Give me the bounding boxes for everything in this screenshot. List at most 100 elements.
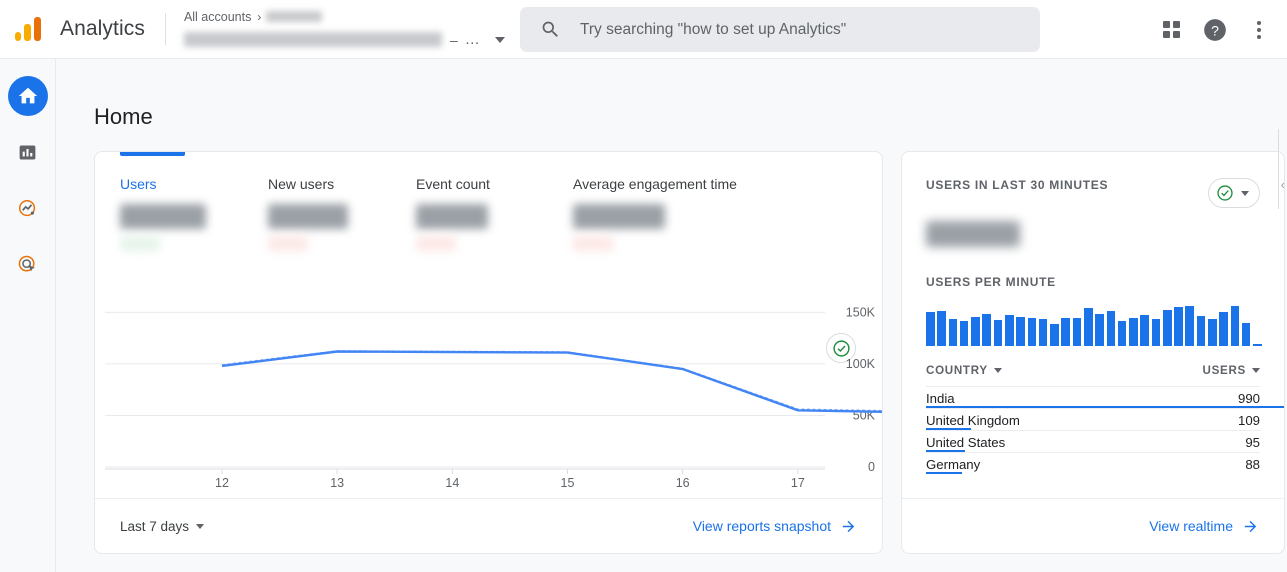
- column-header-country-label: COUNTRY: [926, 364, 988, 377]
- page-title: Home: [94, 104, 1287, 130]
- minute-bar: [1028, 318, 1037, 346]
- minute-bar: [960, 321, 969, 346]
- chevron-down-icon: [1252, 368, 1260, 373]
- header-divider: [165, 13, 166, 45]
- minute-bar: [1152, 319, 1161, 346]
- users-per-minute-label: USERS PER MINUTE: [926, 275, 1284, 289]
- view-realtime-link[interactable]: View realtime: [1149, 518, 1259, 535]
- table-cell-country: United States: [926, 435, 1005, 450]
- overflow-menu-button[interactable]: [1239, 10, 1279, 50]
- table-row[interactable]: United States95: [926, 430, 1260, 452]
- minute-bar: [1050, 324, 1059, 346]
- sidebar-item-advertising[interactable]: [8, 244, 48, 284]
- minute-bar: [1061, 318, 1070, 346]
- table-cell-country: Germany: [926, 457, 980, 472]
- apps-grid-button[interactable]: [1151, 10, 1191, 50]
- advertising-target-icon: [17, 254, 38, 275]
- arrow-right-icon: [1242, 518, 1259, 535]
- chart-series-line: [222, 351, 883, 411]
- minute-bar: [1140, 315, 1149, 346]
- realtime-card: USERS IN LAST 30 MINUTES USERS PER MINUT…: [901, 151, 1285, 554]
- main-content: Home Users New users Event count: [56, 59, 1287, 572]
- table-cell-users: 990: [1238, 391, 1260, 406]
- x-axis-tick-label: 15: [561, 476, 575, 490]
- x-axis-tick-label: 12: [215, 476, 229, 490]
- active-tab-indicator: [120, 152, 185, 156]
- minute-bar: [1095, 314, 1104, 346]
- explore-trend-icon: [17, 198, 38, 219]
- breadcrumb[interactable]: All accounts ›: [184, 8, 505, 26]
- table-cell-users: 88: [1245, 457, 1260, 472]
- x-axis-tick-label: 14: [445, 476, 459, 490]
- tab-event-count[interactable]: Event count: [416, 176, 573, 251]
- y-axis-tick-label: 150K: [846, 305, 876, 319]
- search-placeholder-text: Try searching "how to set up Analytics": [580, 21, 846, 39]
- table-body: India 990 United Kingdom109United States95…: [926, 386, 1260, 474]
- scrollbar-track[interactable]: [1278, 129, 1279, 209]
- table-header-row: COUNTRY USERS: [926, 364, 1260, 386]
- users-per-minute-bar-chart: [926, 302, 1262, 346]
- column-header-country[interactable]: COUNTRY: [926, 364, 1002, 377]
- bar-chart-icon: [17, 142, 38, 163]
- tab-users-label: Users: [120, 176, 268, 192]
- help-button[interactable]: ?: [1195, 10, 1235, 50]
- tab-event-count-label: Event count: [416, 176, 573, 192]
- row-progress-bar: [926, 472, 962, 475]
- line-chart-svg: 150K100K50K012Jun131415161718: [95, 292, 883, 492]
- minute-bar: [1084, 308, 1093, 346]
- table-row[interactable]: United Kingdom109: [926, 408, 1260, 430]
- panel-expand-icon[interactable]: ‹: [1281, 177, 1285, 192]
- x-axis-tick-label: 17: [791, 476, 805, 490]
- table-row[interactable]: India 990: [926, 386, 1260, 408]
- minute-bar: [937, 311, 946, 346]
- minute-bar: [1107, 311, 1116, 346]
- tab-new-users-label: New users: [268, 176, 416, 192]
- minute-bar: [1253, 344, 1262, 346]
- metric-value-redacted: [573, 204, 665, 229]
- minute-bar: [971, 317, 980, 346]
- tab-new-users[interactable]: New users: [268, 176, 416, 251]
- minute-bar: [1219, 312, 1228, 346]
- chevron-down-icon: [196, 524, 204, 529]
- date-range-label: Last 7 days: [120, 519, 189, 534]
- breadcrumb-all-accounts[interactable]: All accounts: [184, 10, 251, 24]
- minute-bar: [1129, 318, 1138, 346]
- sidebar-item-explore[interactable]: [8, 188, 48, 228]
- metric-delta-redacted: [120, 236, 160, 251]
- property-url-redacted: [184, 32, 442, 47]
- tab-average-engagement-time-label: Average engagement time: [573, 176, 803, 192]
- x-axis-tick-label: 16: [676, 476, 690, 490]
- sidebar-item-home[interactable]: [8, 76, 48, 116]
- account-property-selector[interactable]: All accounts › – …: [184, 6, 505, 52]
- table-row[interactable]: Germany 88: [926, 452, 1260, 474]
- svg-text:?: ?: [1211, 22, 1219, 38]
- y-axis-tick-label: 0: [868, 460, 875, 474]
- minute-bar: [982, 314, 991, 346]
- realtime-status-button[interactable]: [1208, 178, 1260, 208]
- chevron-down-icon[interactable]: [495, 37, 505, 43]
- search-input[interactable]: Try searching "how to set up Analytics": [520, 7, 1040, 52]
- breadcrumb-separator-icon: ›: [257, 10, 261, 24]
- minute-bar: [1005, 315, 1014, 346]
- table-cell-country: India: [926, 391, 955, 406]
- realtime-users-value-redacted: [926, 221, 1020, 247]
- green-check-circle-icon: [1216, 184, 1234, 202]
- minute-bar: [949, 319, 958, 346]
- search-icon: [540, 19, 561, 40]
- property-dash: –: [450, 32, 458, 48]
- top-app-bar: Analytics All accounts › – … Try searchi…: [0, 0, 1287, 59]
- table-cell-country: United Kingdom: [926, 413, 1020, 428]
- tab-users[interactable]: Users: [120, 176, 268, 251]
- more-vertical-icon: [1257, 21, 1261, 39]
- cards-row: Users New users Event count Average enga…: [94, 151, 1287, 554]
- chevron-down-icon: [1241, 191, 1249, 196]
- account-name-redacted: [266, 11, 322, 22]
- overview-card: Users New users Event count Average enga…: [94, 151, 883, 554]
- date-range-selector[interactable]: Last 7 days: [120, 519, 204, 534]
- view-reports-snapshot-link[interactable]: View reports snapshot: [693, 518, 857, 535]
- sidebar-item-reports[interactable]: [8, 132, 48, 172]
- tab-average-engagement-time[interactable]: Average engagement time: [573, 176, 803, 251]
- property-ellipsis: …: [465, 31, 481, 48]
- column-header-users[interactable]: USERS: [1203, 364, 1260, 377]
- minute-bar: [1016, 317, 1025, 346]
